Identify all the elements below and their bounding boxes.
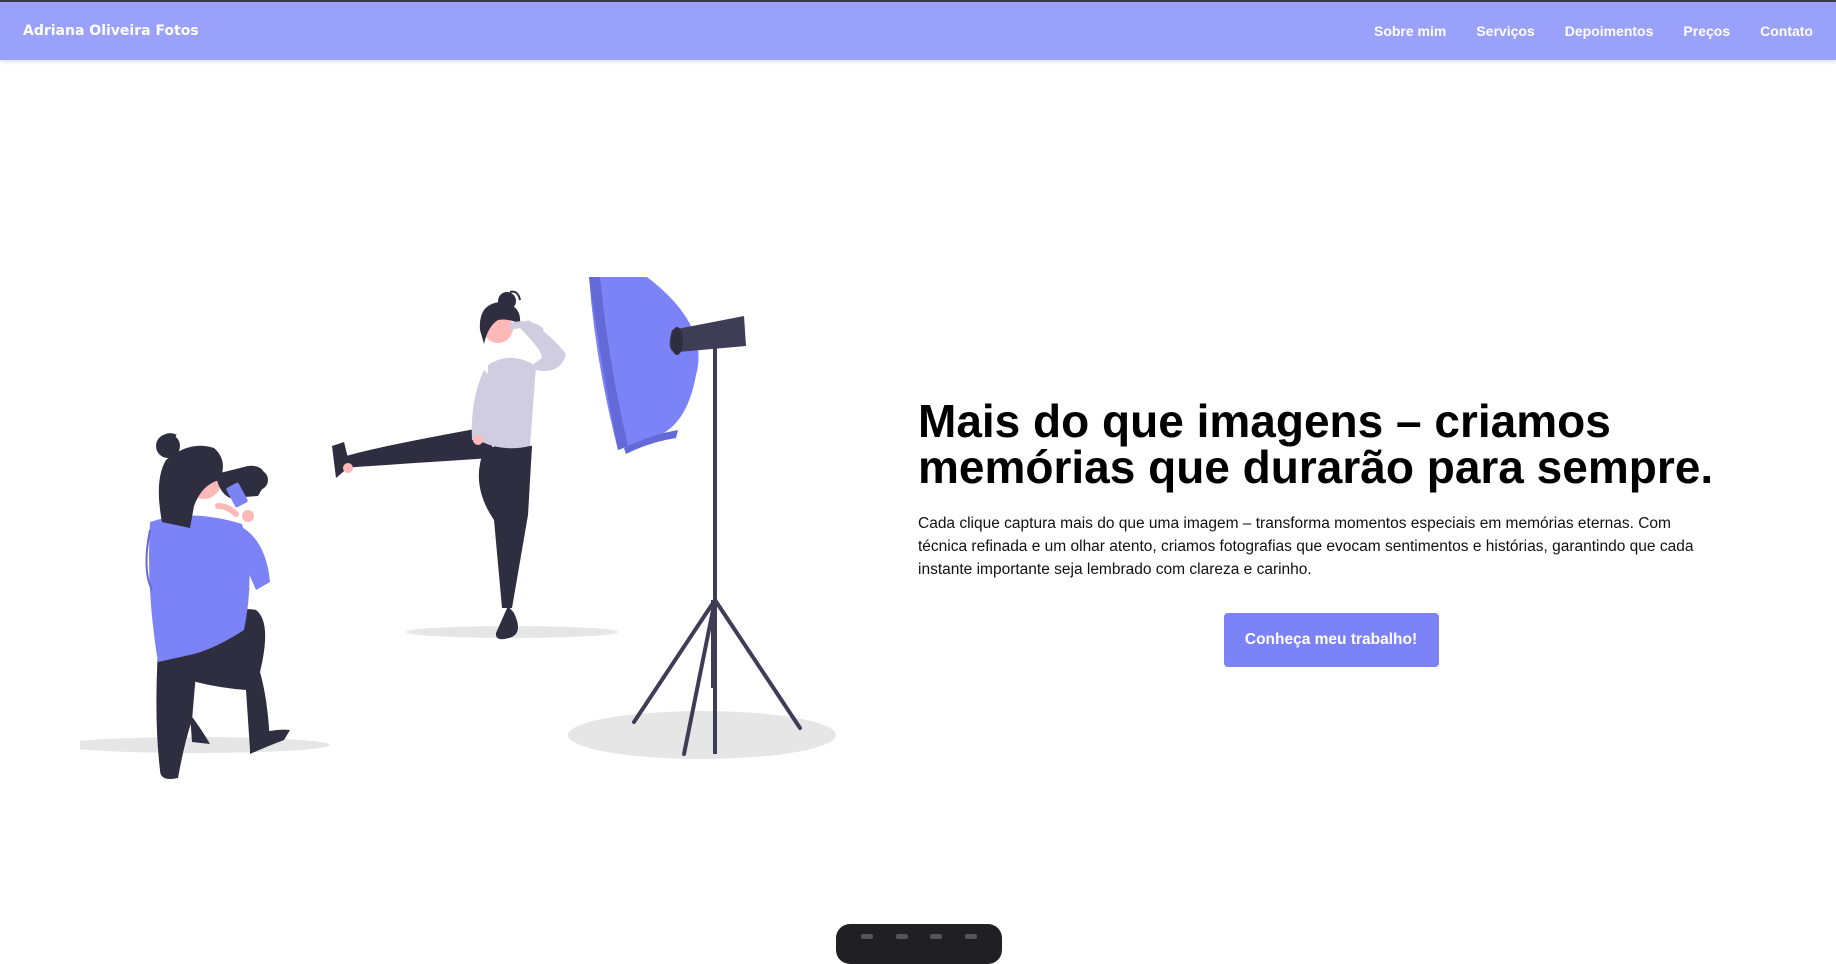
toolbar-icon[interactable]: [861, 934, 874, 939]
hero-title: Mais do que imagens – criamos memórias q…: [918, 395, 1714, 493]
nav-link-contato[interactable]: Contato: [1760, 23, 1813, 39]
studio-light-icon: [589, 277, 802, 756]
site-header: Adriana Oliveira Fotos Sobre mim Serviço…: [0, 2, 1836, 60]
toolbar-icon[interactable]: [964, 934, 977, 939]
nav-link-sobre-mim[interactable]: Sobre mim: [1374, 23, 1446, 39]
cta-container: Conheça meu trabalho!: [918, 613, 1744, 667]
brand-logo-link[interactable]: Adriana Oliveira Fotos: [23, 23, 199, 39]
model-figure-icon: [332, 290, 566, 640]
photographer-figure-icon: [145, 433, 290, 779]
floating-toolbar[interactable]: [836, 924, 1002, 964]
toolbar-icon[interactable]: [895, 934, 908, 939]
main-nav: Sobre mim Serviços Depoimentos Preços Co…: [1344, 23, 1813, 39]
hero-description: Cada clique captura mais do que uma imag…: [918, 515, 1694, 578]
cta-button[interactable]: Conheça meu trabalho!: [1223, 613, 1439, 667]
nav-link-depoimentos[interactable]: Depoimentos: [1565, 23, 1654, 39]
toolbar-icon[interactable]: [930, 934, 943, 939]
hero-section: Mais do que imagens – criamos memórias q…: [918, 398, 1718, 667]
nav-link-precos[interactable]: Preços: [1683, 23, 1730, 39]
photographer-studio-illustration: [80, 277, 836, 779]
nav-link-servicos[interactable]: Serviços: [1476, 23, 1534, 39]
